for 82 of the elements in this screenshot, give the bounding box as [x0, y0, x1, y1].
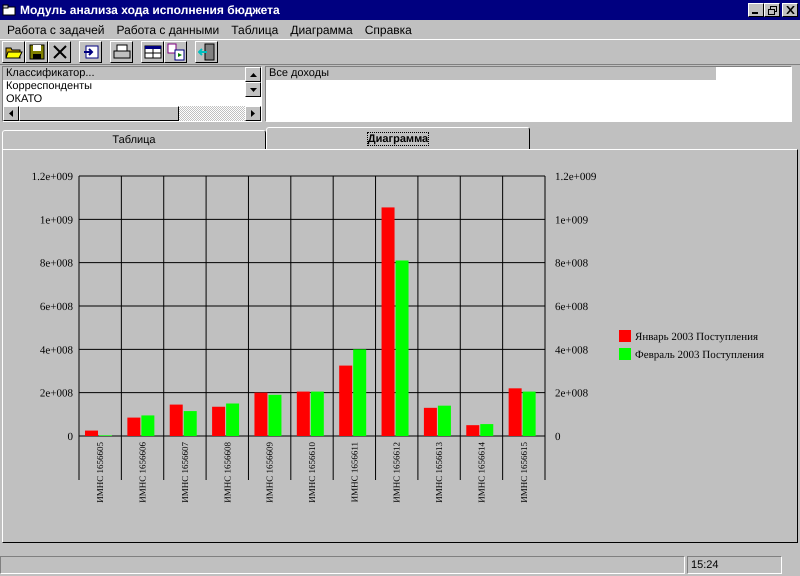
horizontal-scrollbar[interactable] [3, 106, 261, 121]
axis-label: 1e+009 [555, 214, 588, 226]
bar [438, 406, 451, 436]
bar [127, 418, 140, 436]
category-label: ИМНС 1656613 [434, 442, 444, 503]
category-label: ИМНС 1656606 [138, 442, 148, 503]
menu-item[interactable]: Справка [358, 22, 418, 36]
list-item[interactable]: Корреспонденты [3, 80, 245, 93]
axis-label: 4e+008 [555, 344, 588, 356]
bar [212, 406, 226, 436]
bar [522, 392, 536, 436]
toolbar-button[interactable] [141, 41, 164, 63]
toolbar-button[interactable] [2, 41, 25, 63]
axis-label: 6e+008 [555, 301, 588, 313]
bar [424, 408, 437, 436]
tab[interactable]: Диаграмма [266, 127, 530, 149]
close-icon [52, 44, 68, 60]
category-label: ИМНС 1656615 [518, 442, 529, 503]
list-item[interactable]: Все доходы [266, 67, 716, 80]
axis-label: 8e+008 [555, 258, 588, 270]
category-label: ИМНС 1656610 [307, 442, 317, 503]
axis-label: 0 [555, 431, 560, 443]
folder-icon [2, 4, 16, 16]
menu-item[interactable]: Работа с задачей [1, 22, 110, 36]
list-item[interactable]: Классификатор... [3, 67, 245, 80]
axis-label: 1.2e+009 [32, 171, 73, 183]
toolbar-button[interactable] [195, 41, 218, 63]
category-label: ИМНС 1656605 [95, 442, 106, 503]
axis-label: 1.2e+009 [555, 171, 596, 183]
legend-label: Январь 2003 Поступления [635, 331, 758, 343]
menu-item[interactable]: Таблица [225, 22, 284, 36]
table-icon [144, 44, 162, 60]
category-label: ИМНС 1656608 [222, 442, 232, 503]
window-title: Модуль анализа хода исполнения бюджета [20, 3, 281, 17]
toolbar-button[interactable] [48, 41, 71, 63]
down-arrow-icon [250, 88, 256, 92]
bar [310, 392, 324, 436]
toolbar-button[interactable] [25, 41, 48, 63]
printer-icon [112, 44, 130, 60]
bar [268, 394, 282, 436]
bar [508, 388, 522, 436]
bar [184, 411, 197, 436]
toolbar-button[interactable] [164, 41, 187, 63]
bar [170, 404, 183, 436]
toolbar-button[interactable] [79, 41, 102, 63]
list-item[interactable]: ОКАТО [3, 93, 245, 106]
axis-label: 1e+009 [40, 214, 73, 226]
close-icon [786, 6, 794, 14]
minimize-button[interactable] [748, 3, 764, 17]
left-arrow-icon [9, 110, 13, 117]
axis-label: 6e+008 [40, 301, 73, 313]
bar [339, 366, 352, 436]
toolbar-button[interactable] [110, 41, 133, 63]
right-arrow-icon [251, 110, 255, 117]
bar [226, 404, 240, 436]
legend-label: Февраль 2003 Поступления [635, 349, 764, 361]
tab[interactable]: Таблица [2, 130, 266, 149]
axis-label: 2e+008 [40, 388, 73, 400]
door-exit-icon [198, 43, 216, 61]
status-time: 15:24 [687, 556, 782, 574]
axis-label: 0 [68, 431, 73, 443]
bar [296, 392, 310, 436]
menu-item[interactable]: Диаграмма [284, 22, 359, 36]
category-label: ИМНС 1656612 [392, 442, 402, 503]
documents-icon [166, 43, 184, 61]
axis-label: 8e+008 [40, 258, 73, 270]
close-button[interactable] [782, 3, 798, 17]
axis-label: 2e+008 [555, 388, 588, 400]
bar [480, 424, 494, 436]
category-label: ИМНС 1656611 [349, 442, 360, 502]
bar [466, 425, 480, 436]
bar [141, 415, 154, 436]
import-icon [82, 44, 98, 60]
bar [254, 392, 268, 436]
category-label: ИМНС 1656614 [476, 442, 486, 503]
category-label: ИМНС 1656609 [264, 442, 275, 503]
axis-label: 4e+008 [40, 344, 73, 356]
restore-icon [768, 6, 776, 14]
menu-item[interactable]: Работа с данными [110, 22, 226, 36]
category-label: ИМНС 1656607 [180, 442, 190, 503]
up-arrow-icon [250, 72, 256, 76]
restore-button[interactable] [764, 3, 780, 17]
